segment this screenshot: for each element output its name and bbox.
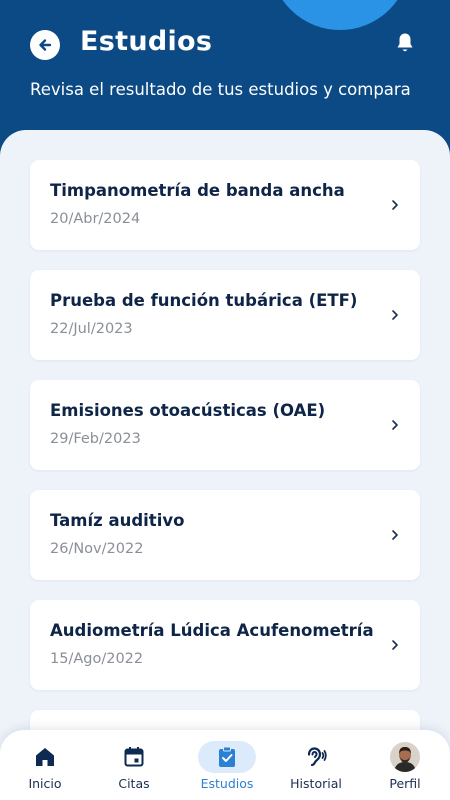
back-arrow-icon — [39, 39, 52, 51]
bell-icon[interactable] — [393, 31, 417, 55]
nav-label: Historial — [290, 776, 342, 791]
nav-label: Estudios — [200, 776, 254, 791]
study-date: 15/Ago/2022 — [50, 651, 144, 667]
studies-list: Timpanometría de banda ancha 20/Abr/2024… — [30, 160, 420, 800]
study-card[interactable]: Tamíz auditivo 26/Nov/2022 — [30, 490, 420, 580]
nav-label: Citas — [118, 776, 150, 791]
calendar-icon — [124, 747, 144, 767]
nav-item-perfil[interactable]: Perfil — [360, 730, 450, 800]
study-card[interactable]: Prueba de función tubárica (ETF) 22/Jul/… — [30, 270, 420, 360]
clipboard-check-icon — [219, 746, 235, 767]
study-name: Audiometría Lúdica Acufenometría — [50, 621, 374, 640]
study-date: 22/Jul/2023 — [50, 321, 133, 337]
studies-panel: Timpanometría de banda ancha 20/Abr/2024… — [0, 130, 450, 800]
decorative-ring — [270, 0, 410, 30]
nav-item-estudios[interactable]: Estudios — [182, 730, 272, 800]
study-date: 29/Feb/2023 — [50, 431, 141, 447]
home-icon — [36, 748, 54, 766]
page-title: Estudios — [80, 26, 213, 57]
study-card[interactable]: Audiometría Lúdica Acufenometría 15/Ago/… — [30, 600, 420, 690]
chevron-right-icon — [392, 310, 398, 320]
study-name: Tamíz auditivo — [50, 511, 185, 530]
bottom-navigation: Inicio Citas Estudios Historial Perfil — [0, 730, 450, 800]
nav-label: Perfil — [389, 776, 421, 791]
study-card[interactable]: Emisiones otoacústicas (OAE) 29/Feb/2023 — [30, 380, 420, 470]
study-name: Prueba de función tubárica (ETF) — [50, 291, 358, 310]
chevron-right-icon — [392, 530, 398, 540]
nav-item-historial[interactable]: Historial — [271, 730, 361, 800]
study-name: Emisiones otoacústicas (OAE) — [50, 401, 326, 420]
chevron-right-icon — [392, 200, 398, 210]
study-name: Timpanometría de banda ancha — [50, 181, 345, 200]
study-date: 20/Abr/2024 — [50, 211, 141, 227]
nav-item-citas[interactable]: Citas — [89, 730, 179, 800]
nav-item-inicio[interactable]: Inicio — [0, 730, 90, 800]
nav-icon-wrap — [287, 741, 345, 773]
nav-icon-wrap — [16, 741, 74, 773]
nav-label: Inicio — [28, 776, 62, 791]
nav-icon-wrap — [198, 741, 256, 773]
chevron-right-icon — [392, 420, 398, 430]
nav-icon-wrap — [105, 741, 163, 773]
nav-icon-wrap — [376, 741, 434, 773]
back-button[interactable] — [30, 30, 60, 60]
page-subtitle: Revisa el resultado de tus estudios y co… — [30, 80, 411, 99]
study-card[interactable]: Timpanometría de banda ancha 20/Abr/2024 — [30, 160, 420, 250]
avatar — [390, 742, 420, 772]
ear-icon — [307, 747, 327, 767]
study-date: 26/Nov/2022 — [50, 541, 144, 557]
chevron-right-icon — [392, 640, 398, 650]
